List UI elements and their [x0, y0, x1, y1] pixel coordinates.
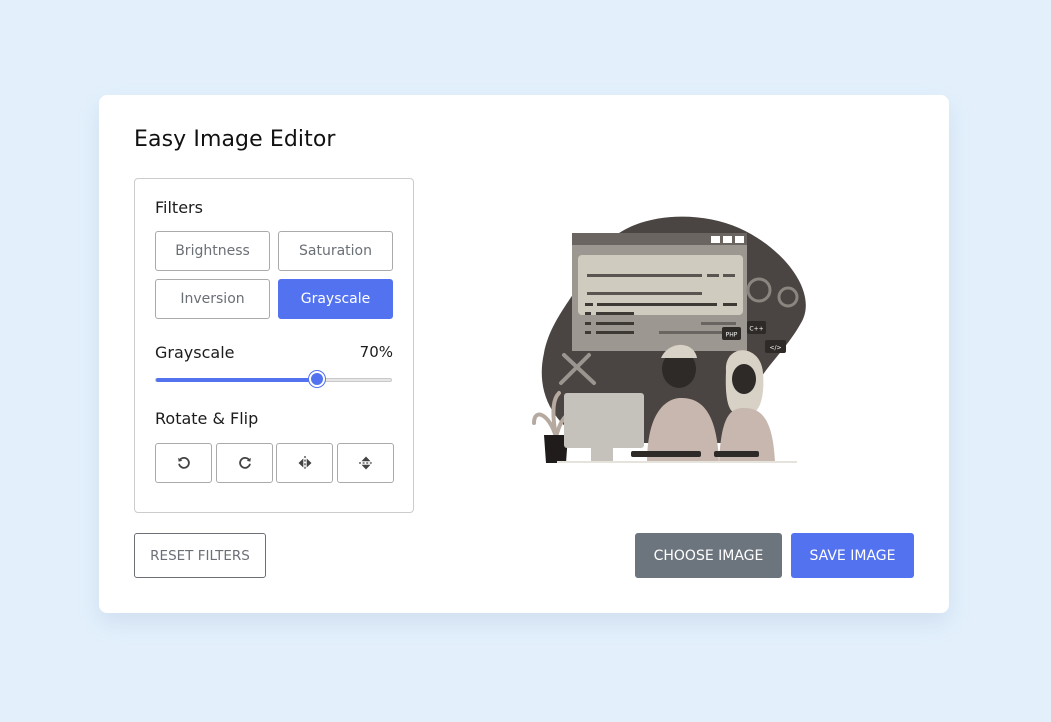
- flip-vertical-icon: [358, 456, 373, 470]
- slider-value: 70%: [359, 343, 393, 361]
- slider-fill: [156, 378, 317, 382]
- flip-vertical-button[interactable]: [337, 443, 394, 483]
- rotate-right-icon: [238, 456, 251, 469]
- rotate-left-icon: [177, 456, 190, 469]
- filters-heading: Filters: [155, 198, 203, 217]
- flip-horizontal-icon: [298, 456, 311, 470]
- editor-card: Easy Image Editor Filters Brightness Sat…: [99, 95, 949, 613]
- code-badge: </>: [769, 345, 781, 352]
- reset-filters-button[interactable]: RESET FILTERS: [134, 533, 266, 578]
- choose-image-button[interactable]: CHOOSE IMAGE: [635, 533, 782, 578]
- rotate-right-button[interactable]: [216, 443, 273, 483]
- grayscale-button[interactable]: Grayscale: [278, 279, 393, 319]
- flip-horizontal-button[interactable]: [276, 443, 333, 483]
- preview-image: PHP C++ </>: [529, 213, 814, 473]
- brightness-button[interactable]: Brightness: [155, 231, 270, 271]
- saturation-button[interactable]: Saturation: [278, 231, 393, 271]
- cpp-badge: C++: [749, 326, 763, 333]
- rotate-heading: Rotate & Flip: [155, 409, 259, 428]
- slider-name: Grayscale: [155, 343, 235, 362]
- slider-thumb[interactable]: [309, 371, 325, 387]
- developers-illustration: PHP C++ </>: [532, 216, 806, 463]
- save-image-button[interactable]: SAVE IMAGE: [791, 533, 914, 578]
- php-badge: PHP: [726, 332, 738, 339]
- inversion-button[interactable]: Inversion: [155, 279, 270, 319]
- controls-panel: Filters Brightness Saturation Inversion …: [134, 178, 414, 513]
- rotate-left-button[interactable]: [155, 443, 212, 483]
- page-title: Easy Image Editor: [134, 127, 336, 152]
- filter-slider[interactable]: [155, 371, 392, 387]
